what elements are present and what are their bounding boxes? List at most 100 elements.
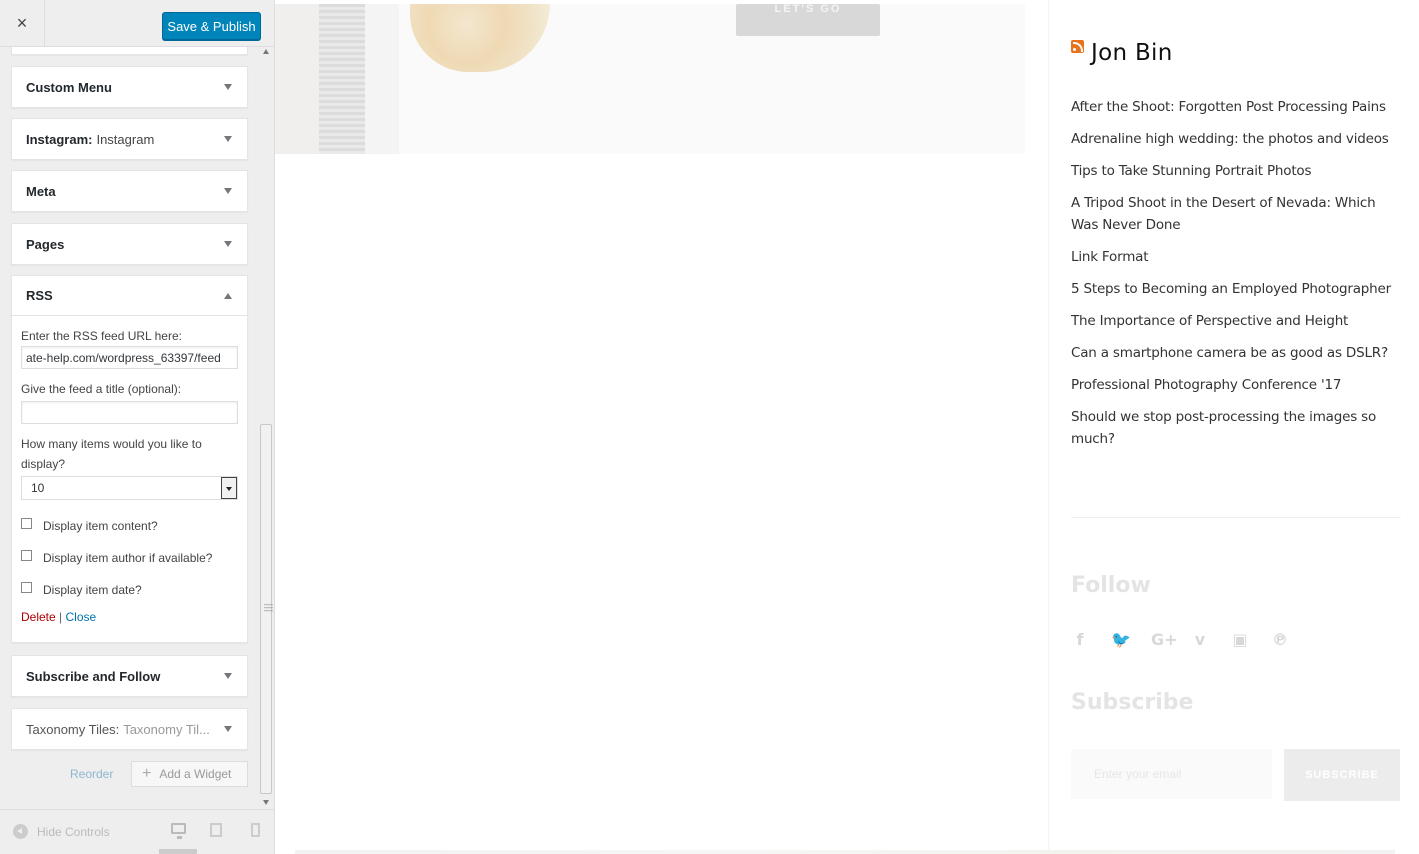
widget-controls: Reorder + Add a Widget <box>0 761 258 787</box>
site-preview: LET'S GO Jon Bin After the Shoot: Forgot… <box>275 0 1419 854</box>
widget-rss: RSS Enter the RSS feed URL here: Give th… <box>11 275 248 643</box>
customizer-footer: Hide Controls <box>0 809 274 854</box>
chevron-down-icon[interactable] <box>224 188 232 194</box>
reorder-link[interactable]: Reorder <box>70 767 113 781</box>
widget-header[interactable]: RSS <box>12 276 247 316</box>
widget-taxonomy-tiles[interactable]: Taxonomy Tiles: Taxonomy Til... <box>11 708 248 750</box>
widget-header[interactable]: Instagram: Instagram <box>12 119 247 159</box>
collapse-icon <box>13 824 28 839</box>
chevron-down-icon[interactable] <box>224 673 232 679</box>
widget-title: Meta <box>26 183 56 199</box>
add-widget-label: Add a Widget <box>159 767 232 781</box>
widget-header[interactable]: Taxonomy Tiles: Taxonomy Til... <box>12 709 247 749</box>
widget-pages[interactable]: Pages <box>11 223 248 265</box>
widget-title: Subscribe and Follow <box>26 668 161 684</box>
checkbox-label: Display item date? <box>43 583 142 597</box>
chevron-down-icon[interactable] <box>224 726 232 732</box>
pinterest-icon[interactable]: ℗ <box>1271 630 1289 649</box>
list-item[interactable]: Should we stop post-processing the image… <box>1071 406 1401 450</box>
email-field[interactable] <box>1071 749 1272 799</box>
sidebar-divider <box>1048 0 1049 854</box>
rss-widget-title[interactable]: Jon Bin <box>1091 40 1173 66</box>
hide-controls-button[interactable]: Hide Controls <box>13 824 110 839</box>
add-widget-button[interactable]: + Add a Widget <box>131 761 248 787</box>
rss-widget-heading: Jon Bin <box>1071 39 1173 66</box>
widget-title: Instagram: <box>26 131 93 147</box>
chevron-up-icon[interactable] <box>224 293 232 299</box>
scrollbar-thumb[interactable]: — — — <box>260 424 273 794</box>
list-item[interactable]: Can a smartphone camera be as good as DS… <box>1071 342 1401 364</box>
subscribe-heading: Subscribe <box>1071 690 1194 715</box>
mobile-preview-icon[interactable] <box>251 823 260 837</box>
hero-photo-flower <box>410 4 550 72</box>
list-item[interactable]: 5 Steps to Becoming an Employed Photogra… <box>1071 278 1401 300</box>
delete-link[interactable]: Delete <box>21 610 56 624</box>
list-item[interactable]: Tips to Take Stunning Portrait Photos <box>1071 160 1401 182</box>
rss-items-select[interactable]: 10 <box>21 476 238 500</box>
chevron-down-icon[interactable] <box>221 477 237 499</box>
subscribe-button[interactable]: SUBSCRIBE <box>1284 749 1400 801</box>
rss-feed-list: After the Shoot: Forgotten Post Processi… <box>1071 96 1401 460</box>
chevron-down-icon[interactable] <box>224 84 232 90</box>
rss-icon[interactable] <box>1071 39 1084 53</box>
active-device-indicator <box>159 849 197 854</box>
list-item[interactable]: After the Shoot: Forgotten Post Processi… <box>1071 96 1401 118</box>
checkbox[interactable] <box>21 517 32 529</box>
grip-icon: — — — <box>264 599 273 615</box>
widget-subscribe-follow[interactable]: Subscribe and Follow <box>11 655 248 697</box>
list-item[interactable]: Adrenaline high wedding: the photos and … <box>1071 128 1401 150</box>
close-link[interactable]: Close <box>66 610 97 624</box>
rss-url-input[interactable] <box>21 346 238 369</box>
widget-title: Pages <box>26 236 65 252</box>
separator: | <box>59 610 63 624</box>
lets-go-button[interactable]: LET'S GO <box>736 4 880 36</box>
plus-icon: + <box>142 765 152 782</box>
hero-photo-detail <box>365 4 399 154</box>
widget-header[interactable]: Custom Menu <box>12 67 247 107</box>
hero-photo-detail <box>319 4 365 154</box>
rss-title-label: Give the feed a title (optional): <box>21 382 182 396</box>
list-item[interactable]: Link Format <box>1071 246 1401 268</box>
display-date-option[interactable]: Display item date? <box>21 574 238 606</box>
save-publish-button[interactable]: Save & Publish <box>162 12 261 40</box>
widget-instagram[interactable]: Instagram: Instagram <box>11 118 248 160</box>
widget-header[interactable]: Pages <box>12 224 247 264</box>
checkbox[interactable] <box>21 581 32 593</box>
scroll-up-icon[interactable] <box>263 49 269 54</box>
checkbox[interactable] <box>21 549 32 561</box>
list-item[interactable]: A Tripod Shoot in the Desert of Nevada: … <box>1071 192 1401 236</box>
widget-subtitle: Instagram <box>96 131 155 147</box>
vimeo-icon[interactable]: v <box>1191 630 1209 649</box>
footer-strip <box>295 850 1395 854</box>
close-icon[interactable]: × <box>0 0 45 47</box>
display-content-option[interactable]: Display item content? <box>21 510 238 542</box>
google-plus-icon[interactable]: G+ <box>1151 630 1178 649</box>
widget-meta[interactable]: Meta <box>11 170 248 212</box>
chevron-down-icon[interactable] <box>224 241 232 247</box>
widget-header[interactable]: Subscribe and Follow <box>12 656 247 696</box>
divider <box>1071 517 1401 518</box>
widget-actions: Delete | Close <box>21 610 238 624</box>
scroll-down-icon[interactable] <box>263 800 269 805</box>
widget-title: RSS <box>26 288 53 303</box>
list-item[interactable]: Professional Photography Conference '17 <box>1071 374 1401 396</box>
hero-photo <box>275 4 399 154</box>
youtube-icon[interactable]: ▣ <box>1231 630 1249 649</box>
widget-title: Custom Menu <box>26 79 112 95</box>
tablet-preview-icon[interactable] <box>210 823 222 837</box>
list-item[interactable]: The Importance of Perspective and Height <box>1071 310 1401 332</box>
sidebar-scrollbar[interactable]: — — — <box>259 47 274 807</box>
chevron-down-icon[interactable] <box>224 136 232 142</box>
widget-partial-top[interactable] <box>11 47 248 55</box>
desktop-preview-icon[interactable] <box>171 823 186 839</box>
social-icons: f 🐦 G+ v ▣ ℗ <box>1071 630 1311 649</box>
widget-custom-menu[interactable]: Custom Menu <box>11 66 248 108</box>
facebook-icon[interactable]: f <box>1071 630 1089 649</box>
widget-subtitle: Taxonomy Til... <box>123 721 210 737</box>
widget-header[interactable]: Meta <box>12 171 247 211</box>
twitter-icon[interactable]: 🐦 <box>1111 630 1131 649</box>
display-author-option[interactable]: Display item author if available? <box>21 542 238 574</box>
hero-banner: LET'S GO <box>275 4 1025 154</box>
widget-title: Taxonomy Tiles: <box>26 721 120 737</box>
rss-title-input[interactable] <box>21 401 238 424</box>
